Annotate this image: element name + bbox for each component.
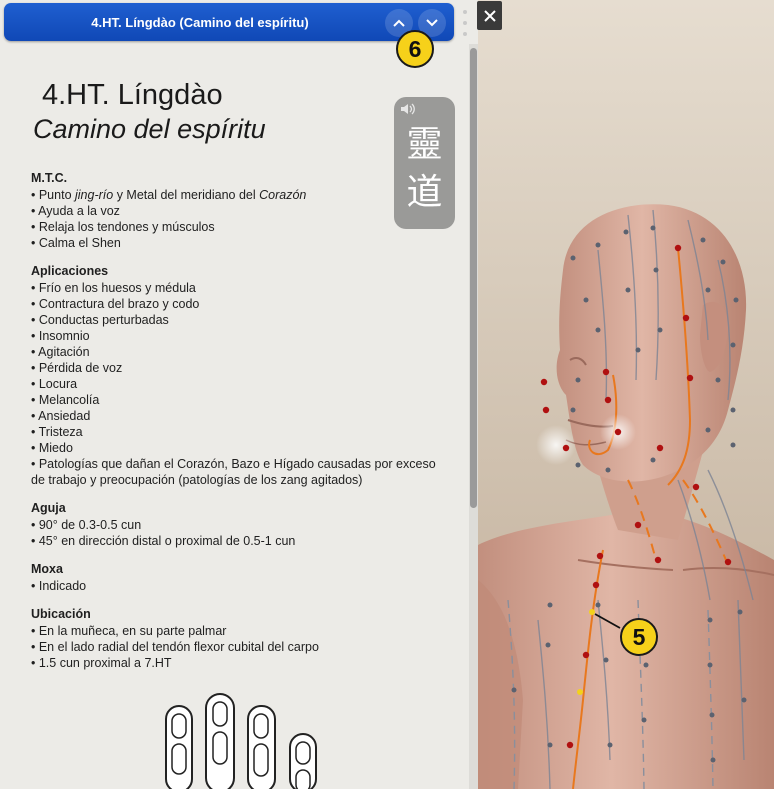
list-item: • Conductas perturbadas — [31, 313, 169, 327]
section-ubicacion: Ubicación • En la muñeca, en su parte pa… — [31, 606, 319, 671]
section-moxa: Moxa • Indicado — [31, 561, 86, 594]
list-item: • Miedo — [31, 441, 73, 455]
callout-badge-5: 5 — [620, 618, 658, 656]
list-item: • En el lado radial del tendón flexor cu… — [31, 640, 319, 654]
list-item: • Relaja los tendones y músculos — [31, 220, 215, 234]
kebab-menu-icon[interactable] — [458, 8, 472, 38]
list-item: • Frío en los huesos y médula — [31, 281, 196, 295]
section-heading: Aguja — [31, 501, 66, 515]
section-heading: Ubicación — [31, 607, 91, 621]
list-item: • Tristeza — [31, 425, 83, 439]
hand-illustration — [165, 693, 317, 789]
list-item: • Punto jing-río y Metal del meridiano d… — [31, 188, 307, 202]
list-item: • 90° de 0.3-0.5 cun — [31, 518, 142, 532]
list-item: • 1.5 cun proximal a 7.HT — [31, 656, 172, 670]
point-content: 4.HT. Língdào Camino del espíritu 靈道 M.T… — [0, 44, 468, 789]
list-item: • Insomnio — [31, 329, 90, 343]
section-heading: Aplicaciones — [31, 264, 109, 278]
acupuncture-model[interactable] — [478, 0, 774, 789]
list-item: • Melancolía — [31, 393, 100, 407]
list-item: • 45° en dirección distal o proximal de … — [31, 534, 296, 548]
point-info-panel: 4.HT. Língdào Camino del espíritu 靈道 M.T… — [0, 0, 478, 789]
close-icon — [483, 9, 496, 22]
list-item: • En la muñeca, en su parte palmar — [31, 624, 227, 638]
list-item: • Pérdida de voz — [31, 361, 123, 375]
close-button[interactable] — [477, 1, 502, 30]
section-aguja: Aguja • 90° de 0.3-0.5 cun • 45° en dire… — [31, 500, 295, 549]
list-item: • Ayuda a la voz — [31, 204, 120, 218]
section-heading: Moxa — [31, 562, 63, 576]
chevron-up-icon — [393, 19, 405, 27]
point-title: 4.HT. Língdào — [42, 79, 223, 111]
section-aplicaciones: Aplicaciones • Frío en los huesos y médu… — [31, 263, 451, 488]
list-item: • Locura — [31, 377, 78, 391]
chinese-character-card[interactable]: 靈道 — [394, 97, 455, 229]
point-subtitle: Camino del espíritu — [33, 114, 266, 144]
chinese-characters: 靈道 — [406, 124, 443, 213]
3d-body-viewport[interactable] — [478, 0, 774, 789]
list-item: • Calma el Shen — [31, 236, 121, 250]
section-heading: M.T.C. — [31, 171, 68, 185]
list-item: • Indicado — [31, 579, 87, 593]
window-title: 4.HT. Língdào (Camino del espíritu) — [91, 15, 309, 30]
list-item: • Agitación — [31, 345, 90, 359]
chevron-down-icon — [426, 19, 438, 27]
list-item: • Contractura del brazo y codo — [31, 297, 200, 311]
list-item: • Patologías que dañan el Corazón, Bazo … — [31, 457, 436, 487]
callout-badge-6: 6 — [396, 30, 434, 68]
window-titlebar: 4.HT. Língdào (Camino del espíritu) — [4, 3, 454, 41]
list-item: • Ansiedad — [31, 409, 91, 423]
speaker-icon[interactable] — [400, 102, 418, 121]
section-mtc: M.T.C. • Punto jing-río y Metal del meri… — [31, 170, 306, 251]
scrollbar-thumb[interactable] — [470, 48, 477, 508]
